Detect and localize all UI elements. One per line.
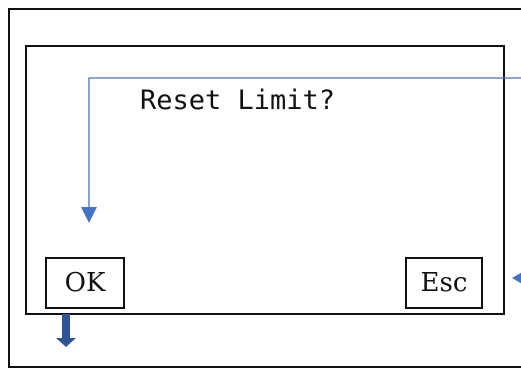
ok-button[interactable]: OK [45, 257, 125, 309]
esc-button[interactable]: Esc [405, 257, 483, 309]
prompt-text: Reset Limit? [140, 85, 336, 116]
lcd-screen: Reset Limit? OK Esc [25, 45, 505, 315]
